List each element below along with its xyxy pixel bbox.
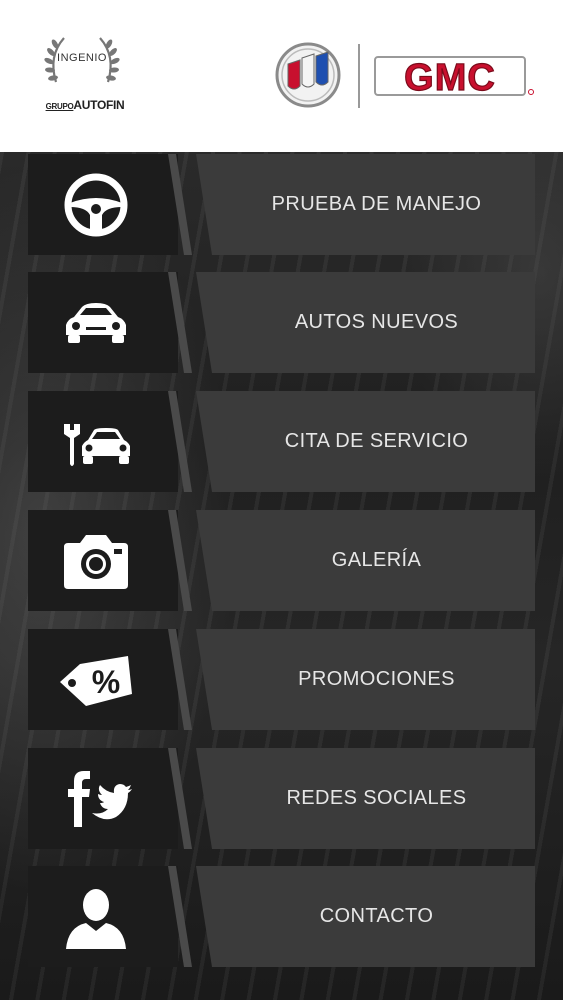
facebook-twitter-icon (58, 763, 134, 835)
grupo-autofin-text: GRUPOAUTOFIN (45, 98, 125, 112)
menu-item-contacto[interactable]: CONTACTO (28, 866, 535, 967)
person-icon (58, 881, 134, 953)
gmc-logo-icon: GMC (374, 56, 534, 100)
menu-item-label: PRUEBA DE MANEJO (271, 193, 482, 215)
menu-item-autos-nuevos[interactable]: AUTOS NUEVOS (28, 272, 535, 373)
menu-item-prueba-de-manejo[interactable]: PRUEBA DE MANEJO (28, 154, 535, 255)
menu-item-label: PROMOCIONES (298, 668, 455, 690)
menu-item-promociones[interactable]: % PROMOCIONES (28, 629, 535, 730)
menu-item-label: CITA DE SERVICIO (284, 430, 469, 452)
header: INGENIO GRUPOAUTOFIN GMC (0, 0, 563, 152)
camera-icon (58, 525, 134, 597)
menu-item-cita-de-servicio[interactable]: CITA DE SERVICIO (28, 391, 535, 492)
menu-item-label: REDES SOCIALES (286, 787, 467, 809)
menu-item-label: AUTOS NUEVOS (294, 311, 459, 333)
car-service-icon (58, 406, 134, 478)
car-icon (58, 287, 134, 359)
logo-divider (358, 44, 360, 108)
menu-item-redes-sociales[interactable]: REDES SOCIALES (28, 748, 535, 849)
menu-item-label: CONTACTO (319, 905, 434, 927)
svg-text:GMC: GMC (404, 57, 496, 99)
steering-wheel-icon (58, 169, 134, 241)
menu-item-label: GALERÍA (331, 549, 422, 571)
buick-logo-icon (275, 42, 341, 108)
ingenio-text: INGENIO (57, 52, 107, 64)
menu-item-galeria[interactable]: GALERÍA (28, 510, 535, 611)
svg-text:%: % (92, 664, 120, 700)
percent-tag-icon: % (58, 644, 134, 716)
ingenio-logo: INGENIO GRUPOAUTOFIN (30, 32, 140, 120)
